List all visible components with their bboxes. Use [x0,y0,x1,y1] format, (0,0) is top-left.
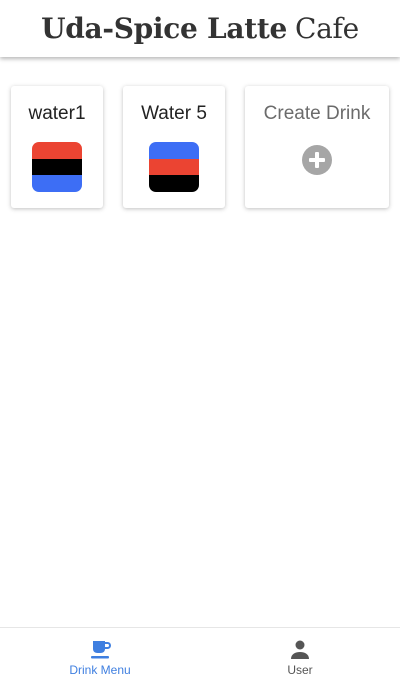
coffee-cup-icon [91,641,112,659]
app-title: Uda-Spice Latte Cafe [41,12,359,45]
app-title-bold: Uda-Spice Latte [41,12,287,45]
drink-graphic [32,142,82,192]
drink-layer [149,158,199,176]
drink-card[interactable]: water1 [11,86,103,208]
create-drink-card[interactable]: Create Drink [245,86,389,208]
drink-layer [32,175,82,192]
tab-user-label: User [287,663,313,677]
create-drink-label: Create Drink [263,103,371,124]
app-title-light: Cafe [294,12,359,45]
tab-drink-menu-label: Drink Menu [69,663,131,677]
drink-name: water1 [28,103,86,124]
person-icon [291,640,309,659]
drink-layer [32,142,82,159]
drink-card[interactable]: Water 5 [123,86,225,208]
add-circle-icon[interactable] [302,145,332,175]
drink-name: Water 5 [141,103,207,124]
drink-layer [149,142,199,159]
tab-drink-menu[interactable]: Drink Menu [0,628,200,684]
drink-graphic [149,142,199,192]
tab-user[interactable]: User [200,628,400,684]
drink-layer [149,175,199,192]
drink-layer [32,158,82,176]
app-header: Uda-Spice Latte Cafe [0,0,400,57]
bottom-navigation: Drink Menu User [0,627,400,684]
